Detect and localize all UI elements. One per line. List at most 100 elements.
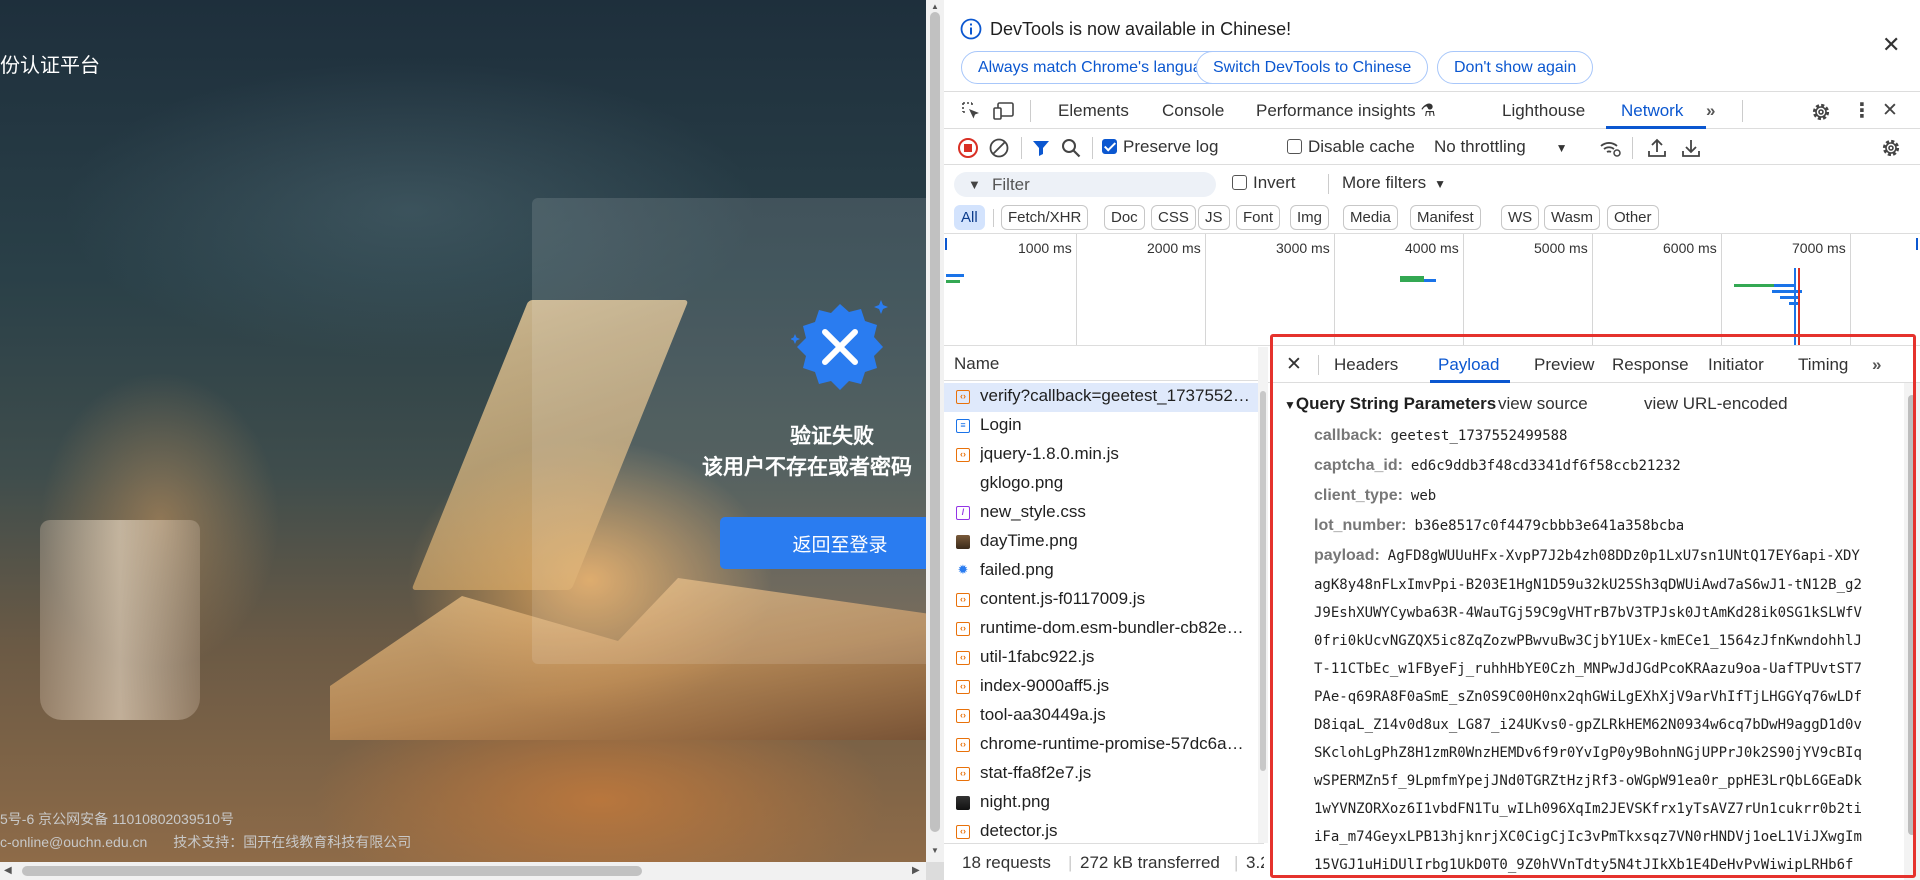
more-options-kebab-icon[interactable]: ⋮	[1852, 98, 1872, 123]
tab-timing[interactable]: Timing	[1798, 355, 1848, 375]
chip-fetch-xhr[interactable]: Fetch/XHR	[1001, 205, 1089, 230]
chip-ws[interactable]: WS	[1501, 205, 1540, 230]
request-row[interactable]: ‹› jquery-1.8.0.min.js	[944, 441, 1259, 470]
page-horizontal-scroll-thumb[interactable]	[22, 866, 642, 876]
more-tabs-chevron-icon[interactable]: »	[1706, 101, 1715, 121]
chip-js[interactable]: JS	[1198, 205, 1230, 230]
more-filters-dropdown[interactable]: More filters ▼	[1342, 173, 1446, 193]
scroll-left-arrow-icon[interactable]: ◀	[4, 865, 12, 876]
verification-failed-title: 验证失败	[790, 425, 874, 448]
chip-font[interactable]: Font	[1236, 205, 1281, 230]
timeline-start-handle[interactable]	[945, 238, 947, 250]
chip-media[interactable]: Media	[1343, 205, 1398, 230]
request-row[interactable]: dayTime.png	[944, 528, 1259, 557]
request-row[interactable]: ‹› util-1fabc922.js	[944, 644, 1259, 673]
request-row[interactable]: ‹› content.js-f0117009.js	[944, 586, 1259, 615]
param-key: callback:	[1314, 427, 1383, 444]
request-row[interactable]: ‹› index-9000aff5.js	[944, 673, 1259, 702]
network-overview-timeline[interactable]: 1000 ms 2000 ms 3000 ms 4000 ms 5000 ms …	[944, 234, 1920, 346]
chip-wasm[interactable]: Wasm	[1544, 205, 1600, 230]
inspect-element-icon[interactable]	[960, 100, 982, 122]
network-conditions-wifi-icon[interactable]	[1598, 137, 1622, 159]
tab-network[interactable]: Network	[1621, 101, 1683, 121]
scroll-up-arrow-icon[interactable]: ▲	[931, 2, 939, 11]
chip-manifest[interactable]: Manifest	[1410, 205, 1481, 230]
throttling-select[interactable]: No throttling ▼	[1434, 137, 1568, 157]
request-list-scroll-thumb[interactable]	[1260, 391, 1266, 771]
payload-value-line: 1wYVNZORXoz6I1vbdFN1Tu_wILh096XqIm2JEVSK…	[1314, 801, 1862, 817]
timeline-end-handle[interactable]	[1916, 238, 1918, 250]
chip-css[interactable]: CSS	[1151, 205, 1196, 230]
active-details-tab-indicator	[1430, 380, 1510, 383]
tab-performance-insights[interactable]: Performance insights ⚗	[1256, 101, 1436, 121]
scroll-down-arrow-icon[interactable]: ▼	[931, 846, 939, 855]
page-horizontal-scrollbar[interactable]: ◀ ▶	[0, 862, 926, 880]
chip-all[interactable]: All	[954, 205, 985, 230]
chip-other[interactable]: Other	[1607, 205, 1659, 230]
request-row[interactable]: ‹› runtime-dom.esm-bundler-cb82e0f4.js	[944, 615, 1259, 644]
script-icon: ‹›	[956, 622, 970, 636]
chip-doc[interactable]: Doc	[1104, 205, 1145, 230]
script-icon: ‹›	[956, 825, 970, 839]
back-to-login-button[interactable]: 返回至登录	[720, 517, 926, 569]
filter-funnel-icon[interactable]	[1030, 137, 1052, 159]
close-devtools-icon[interactable]: ✕	[1882, 99, 1898, 122]
close-infobar-icon[interactable]: ✕	[1882, 32, 1900, 58]
invert-checkbox[interactable]: Invert	[1232, 173, 1296, 193]
request-row[interactable]: ‹› detector.js	[944, 818, 1259, 843]
switch-to-chinese-button[interactable]: Switch DevTools to Chinese	[1196, 51, 1429, 84]
tab-elements[interactable]: Elements	[1058, 101, 1129, 121]
language-infobar: DevTools is now available in Chinese! Al…	[944, 0, 1920, 90]
tab-console[interactable]: Console	[1162, 101, 1224, 121]
query-string-section-header[interactable]: ▼Query String Parameters	[1284, 394, 1496, 414]
export-har-download-icon[interactable]	[1680, 137, 1702, 159]
request-name: new_style.css	[980, 502, 1086, 521]
tab-headers[interactable]: Headers	[1334, 355, 1398, 375]
view-url-encoded-link[interactable]: view URL-encoded	[1644, 394, 1788, 414]
chip-img[interactable]: Img	[1290, 205, 1330, 230]
tab-preview[interactable]: Preview	[1534, 355, 1594, 375]
request-row[interactable]: night.png	[944, 789, 1259, 818]
param-value: b36e8517c0f4479cbbb3e641a358bcba	[1414, 518, 1685, 534]
tab-initiator[interactable]: Initiator	[1708, 355, 1764, 375]
network-settings-gear-icon[interactable]	[1880, 137, 1902, 159]
filter-input[interactable]: ▼ Filter	[954, 172, 1216, 197]
close-details-icon[interactable]: ✕	[1286, 353, 1302, 376]
import-har-upload-icon[interactable]	[1646, 137, 1668, 159]
timeline-gridline	[1334, 234, 1335, 345]
param-row: lot_number: b36e8517c0f4479cbbb3e641a358b…	[1314, 517, 1684, 535]
scroll-right-arrow-icon[interactable]: ▶	[912, 865, 920, 876]
details-scrollbar[interactable]	[1904, 383, 1920, 880]
tab-lighthouse[interactable]: Lighthouse	[1502, 101, 1585, 121]
page-vertical-scrollbar[interactable]: ▲ ▼	[926, 0, 944, 862]
tab-response[interactable]: Response	[1612, 355, 1689, 375]
request-row[interactable]: ‹› chrome-runtime-promise-57dc6a8b.js	[944, 731, 1259, 760]
request-row[interactable]: ✹ failed.png	[944, 557, 1259, 586]
timeline-gridline	[1721, 234, 1722, 345]
footer-email[interactable]: c-online@ouchn.edu.cn	[0, 834, 147, 850]
view-source-link[interactable]: view source	[1498, 394, 1588, 414]
preserve-log-checkbox[interactable]: Preserve log	[1102, 137, 1218, 157]
request-row[interactable]: ‹› verify?callback=geetest_1737552499588&…	[944, 383, 1259, 412]
stop-recording-icon[interactable]	[957, 137, 979, 159]
page-vertical-scroll-thumb[interactable]	[930, 12, 940, 832]
search-icon[interactable]	[1060, 137, 1082, 159]
details-scroll-thumb[interactable]	[1908, 395, 1916, 835]
request-row[interactable]: ‹› tool-aa30449a.js	[944, 702, 1259, 731]
request-list-scrollbar[interactable]	[1258, 347, 1268, 843]
device-toolbar-icon[interactable]	[992, 100, 1016, 122]
request-row[interactable]: ≡ Login	[944, 412, 1259, 441]
settings-gear-icon[interactable]	[1810, 101, 1832, 123]
flask-icon: ⚗	[1420, 101, 1436, 120]
request-row[interactable]: gklogo.png	[944, 470, 1259, 499]
name-column-header[interactable]: Name	[944, 347, 1259, 381]
request-row[interactable]: / new_style.css	[944, 499, 1259, 528]
more-details-tabs-chevron-icon[interactable]: »	[1872, 355, 1881, 375]
request-row[interactable]: ‹› stat-ffa8f2e7.js	[944, 760, 1259, 789]
tab-payload[interactable]: Payload	[1438, 355, 1499, 375]
failure-badge-icon	[791, 300, 888, 390]
clear-log-icon[interactable]	[988, 137, 1010, 159]
timeline-gridline	[1592, 234, 1593, 345]
dont-show-again-button[interactable]: Don't show again	[1437, 51, 1594, 84]
disable-cache-checkbox[interactable]: Disable cache	[1287, 137, 1415, 157]
